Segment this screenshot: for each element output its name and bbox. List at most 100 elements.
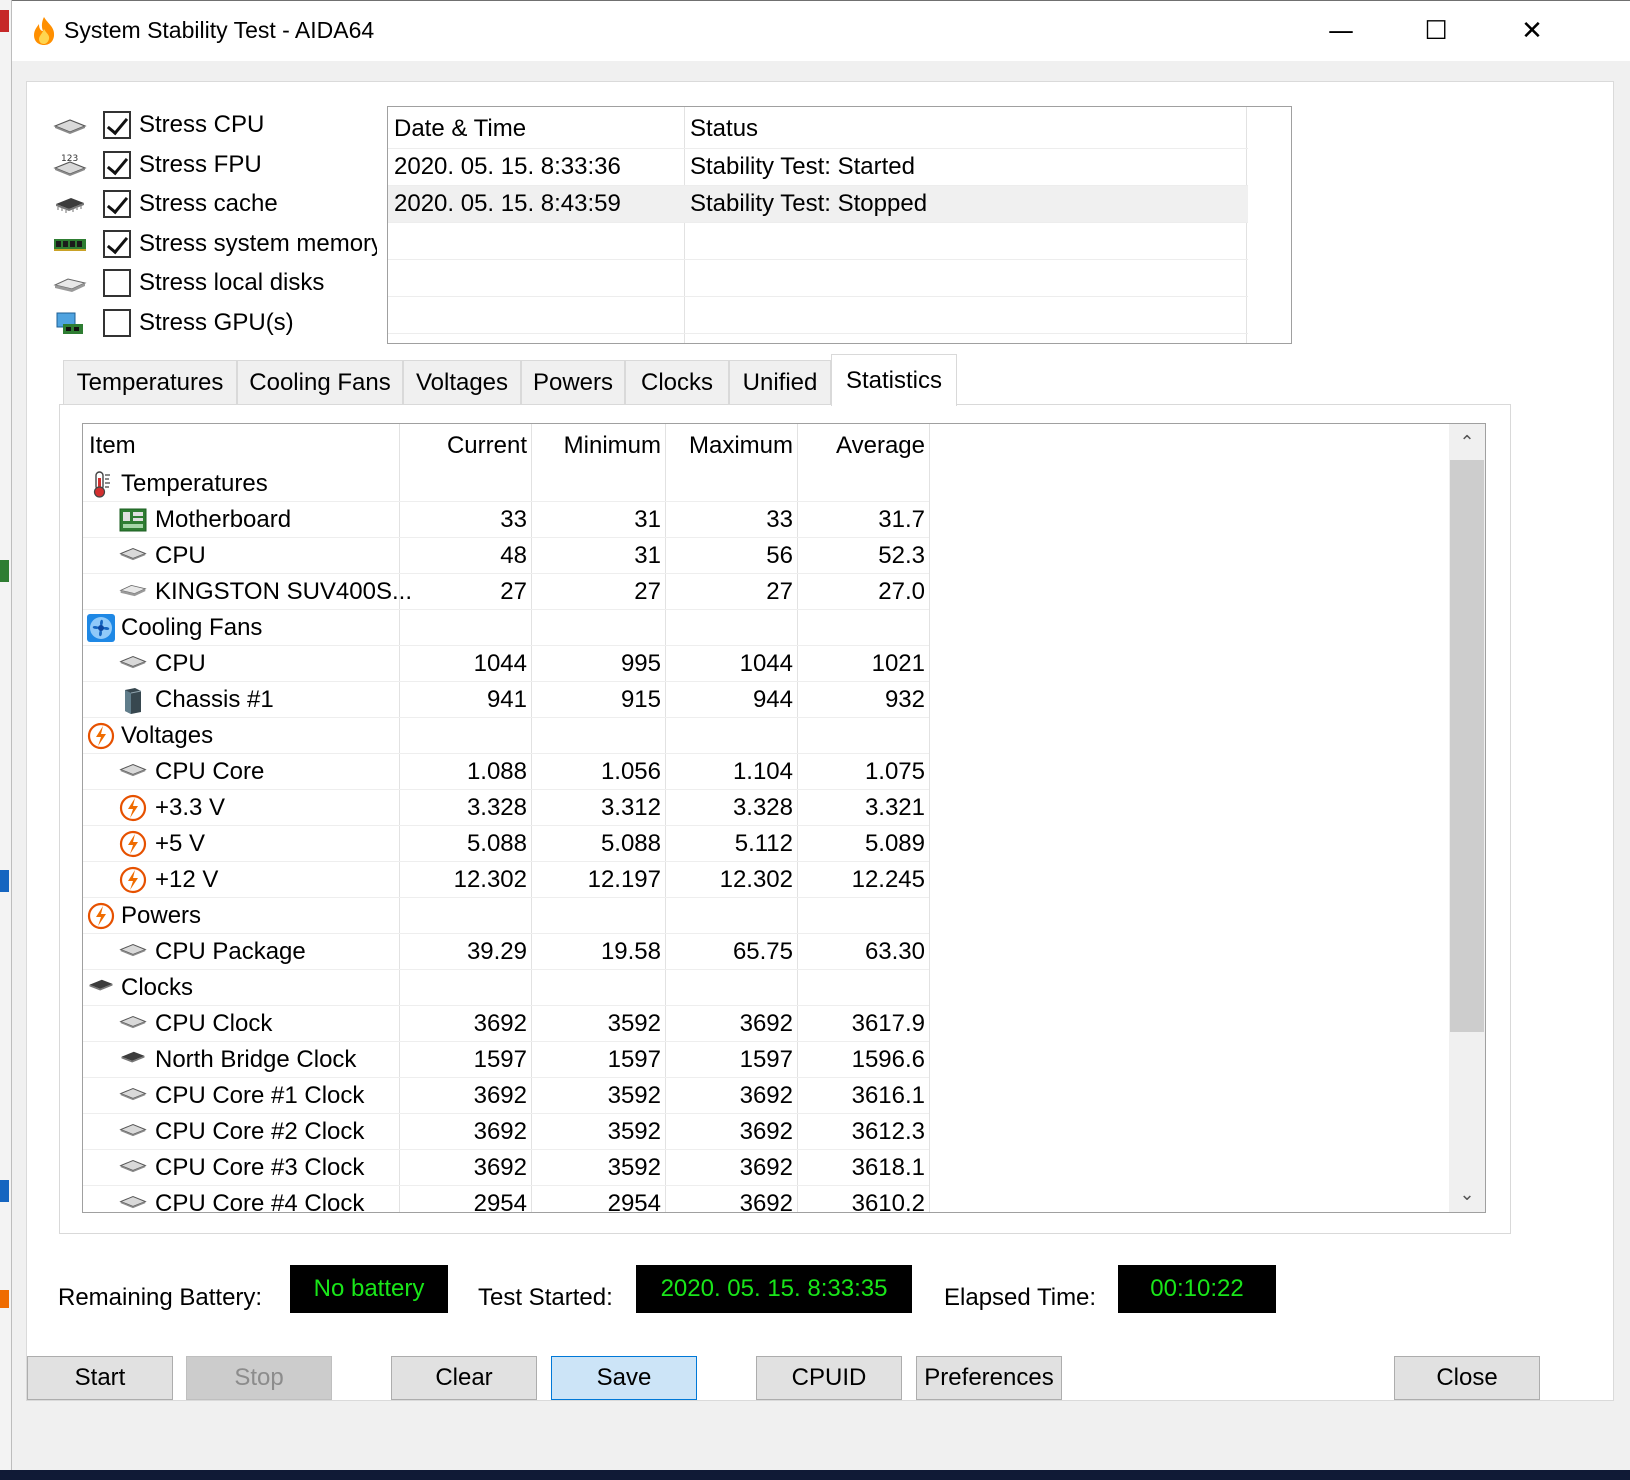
statistics-table[interactable]: ⌃ ⌄ Item Current Minimum Maximum Average Temp…: [82, 423, 1486, 1213]
stress-checkbox[interactable]: [103, 308, 131, 337]
stress-checkbox[interactable]: [103, 150, 131, 179]
stress-checkbox[interactable]: [103, 190, 131, 218]
fan-icon: [87, 614, 115, 642]
stats-group-row[interactable]: Voltages: [83, 718, 1449, 754]
thermometer-icon: [87, 470, 115, 498]
lightning-icon: [119, 866, 147, 894]
event-log-table[interactable]: Date & Time Status 2020. 05. 15. 8:33:36 St…: [387, 106, 1292, 344]
test-started-value: 2020. 05. 15. 8:33:35: [636, 1265, 912, 1313]
scroll-down-icon[interactable]: ⌄: [1449, 1176, 1485, 1212]
stats-value: 941: [486, 686, 527, 713]
stats-value: 3692: [739, 1190, 793, 1213]
clock-chip-icon: [87, 974, 115, 1002]
stats-value: 31: [634, 542, 661, 569]
stress-option-2[interactable]: Stress cache: [53, 185, 278, 223]
scrollbar-thumb[interactable]: [1450, 460, 1484, 1032]
stats-item-row[interactable]: CPU Core #3 Clock 3692 3592 3692 3618.1: [83, 1150, 1449, 1186]
stress-option-1[interactable]: 123 Stress FPU: [53, 146, 262, 184]
tab-statistics[interactable]: Statistics: [831, 354, 957, 406]
start-button[interactable]: Start: [27, 1356, 173, 1400]
stats-value: 33: [766, 506, 793, 533]
stats-group-row[interactable]: Powers: [83, 898, 1449, 934]
stress-checkbox[interactable]: [103, 269, 131, 297]
cpu-chip-icon: [119, 1154, 147, 1182]
stats-item-row[interactable]: Motherboard 33 31 33 31.7: [83, 502, 1449, 538]
stats-value: 915: [620, 686, 661, 713]
stats-item-name: +5 V: [155, 830, 206, 857]
cpuid-button[interactable]: CPUID: [756, 1356, 902, 1400]
stats-item-row[interactable]: CPU Core #1 Clock 3692 3592 3692 3616.1: [83, 1078, 1449, 1114]
stress-option-4[interactable]: Stress local disks: [53, 264, 324, 302]
close-button[interactable]: Close: [1394, 1356, 1540, 1400]
title-bar[interactable]: System Stability Test - AIDA64 — ☐ ✕: [12, 1, 1630, 61]
stats-column-header[interactable]: Minimum: [533, 432, 661, 460]
window-close-button[interactable]: ✕: [1486, 1, 1578, 61]
stats-item-row[interactable]: CPU Clock 3692 3592 3692 3617.9: [83, 1006, 1449, 1042]
stress-option-5[interactable]: Stress GPU(s): [53, 304, 294, 342]
stats-item-row[interactable]: Chassis #1 941 915 944 932: [83, 682, 1449, 718]
preferences-button[interactable]: Preferences: [916, 1356, 1062, 1400]
stats-column-header[interactable]: Item: [89, 432, 136, 460]
stats-value: 3.321: [864, 794, 925, 821]
cpu-chip-icon: [119, 1010, 147, 1038]
log-row[interactable]: 2020. 05. 15. 8:33:36 Stability Test: Sta…: [388, 149, 1248, 185]
cpu-chip-icon: [119, 650, 147, 678]
stats-column-header[interactable]: Current: [401, 432, 527, 460]
stats-item-row[interactable]: CPU 1044 995 1044 1021: [83, 646, 1449, 682]
stats-item-row[interactable]: KINGSTON SUV400S... 27 27 27 27.0: [83, 574, 1449, 610]
clear-button[interactable]: Clear: [391, 1356, 537, 1400]
stats-value: 3592: [607, 1154, 661, 1181]
statistics-scrollbar[interactable]: ⌃ ⌄: [1449, 424, 1485, 1212]
stats-column-header[interactable]: Average: [799, 432, 925, 460]
stats-item-row[interactable]: North Bridge Clock 1597 1597 1597 1596.6: [83, 1042, 1449, 1078]
stats-item-row[interactable]: CPU Core 1.088 1.056 1.104 1.075: [83, 754, 1449, 790]
stats-group-row[interactable]: Temperatures: [83, 466, 1449, 502]
stats-value: 3616.1: [851, 1082, 925, 1109]
stats-group-row[interactable]: Clocks: [83, 970, 1449, 1006]
lightning-icon: [119, 794, 147, 822]
maximize-button[interactable]: ☐: [1390, 1, 1482, 61]
stress-option-0[interactable]: Stress CPU: [53, 106, 264, 144]
stats-value: 2954: [473, 1190, 527, 1213]
tab-cooling-fans[interactable]: Cooling Fans: [237, 360, 403, 406]
log-cell: Stability Test: Stopped: [690, 190, 928, 217]
tab-powers[interactable]: Powers: [521, 360, 625, 406]
stats-value: 3592: [607, 1118, 661, 1145]
minimize-button[interactable]: —: [1295, 1, 1387, 61]
stats-item-row[interactable]: +12 V 12.302 12.197 12.302 12.245: [83, 862, 1449, 898]
stats-header-row: Item Current Minimum Maximum Average: [83, 428, 1449, 464]
stats-value: 5.112: [734, 830, 793, 857]
log-column-header[interactable]: Status: [690, 115, 758, 143]
stop-button[interactable]: Stop: [186, 1356, 332, 1400]
stats-item-row[interactable]: CPU Core #2 Clock 3692 3592 3692 3612.3: [83, 1114, 1449, 1150]
stats-item-name: Temperatures: [121, 470, 268, 497]
stats-item-row[interactable]: CPU 48 31 56 52.3: [83, 538, 1449, 574]
stats-value: 12.302: [719, 866, 793, 893]
log-row-divider: [388, 296, 1248, 297]
save-button[interactable]: Save: [551, 1356, 697, 1400]
stats-item-row[interactable]: CPU Package 39.29 19.58 65.75 63.30: [83, 934, 1449, 970]
stress-checkbox[interactable]: [103, 229, 131, 258]
stats-item-name: CPU: [155, 542, 206, 569]
stress-option-3[interactable]: Stress system memory: [53, 225, 377, 263]
stats-value: 5.089: [864, 830, 925, 857]
tab-clocks[interactable]: Clocks: [625, 360, 729, 406]
stress-options: Stress CPU 123 Stress FPU Stress cache Stres…: [27, 102, 377, 362]
stress-checkbox[interactable]: [103, 111, 131, 139]
scroll-up-icon[interactable]: ⌃: [1449, 424, 1485, 460]
stats-value: 1.075: [864, 758, 925, 785]
tab-voltages[interactable]: Voltages: [403, 360, 521, 406]
log-column-header[interactable]: Date & Time: [394, 115, 526, 143]
stats-item-row[interactable]: +5 V 5.088 5.088 5.112 5.089: [83, 826, 1449, 862]
stats-item-name: CPU Core #3 Clock: [155, 1154, 365, 1181]
stats-value: 1597: [473, 1046, 527, 1073]
log-row[interactable]: 2020. 05. 15. 8:43:59 Stability Test: Sto…: [388, 186, 1248, 222]
stats-group-row[interactable]: Cooling Fans: [83, 610, 1449, 646]
stats-item-row[interactable]: +3.3 V 3.328 3.312 3.328 3.321: [83, 790, 1449, 826]
stats-item-name: +12 V: [155, 866, 219, 893]
stats-value: 48: [500, 542, 527, 569]
tab-temperatures[interactable]: Temperatures: [63, 360, 237, 406]
tab-unified[interactable]: Unified: [729, 360, 831, 406]
stats-column-header[interactable]: Maximum: [667, 432, 793, 460]
stats-item-row[interactable]: CPU Core #4 Clock 2954 2954 3692 3610.2: [83, 1186, 1449, 1213]
